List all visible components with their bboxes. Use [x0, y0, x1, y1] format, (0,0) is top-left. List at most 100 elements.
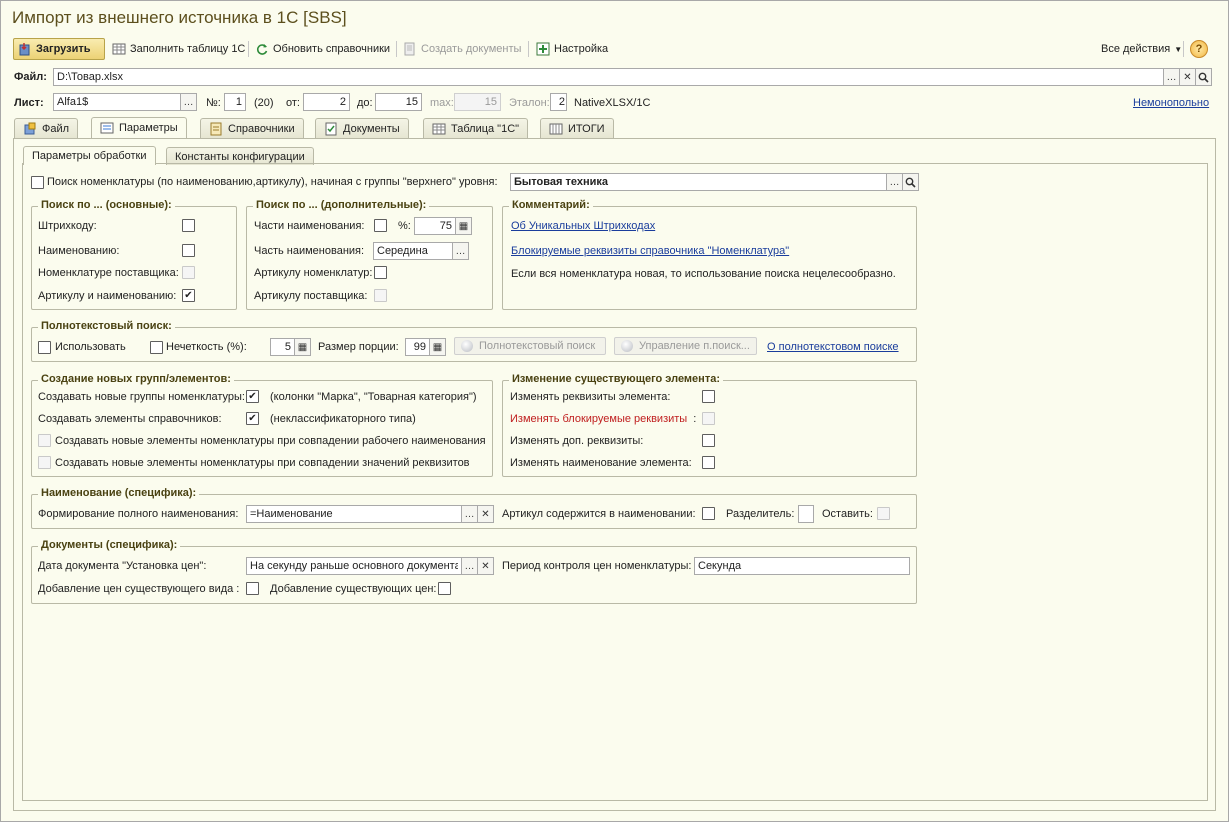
part-name-label: Части наименования: [254, 220, 365, 232]
tab-table-1c[interactable]: Таблица "1С" [423, 118, 529, 138]
change-name-checkbox[interactable] [702, 456, 715, 469]
comment-text: Если вся номенклатура новая, то использо… [511, 268, 896, 280]
search-extra-title: Поиск по ... (дополнительные): [253, 199, 430, 211]
change-props-checkbox[interactable] [702, 390, 715, 403]
fulltext-use-label: Использовать [55, 341, 126, 353]
top-group-input[interactable] [510, 173, 887, 191]
change-extra-checkbox[interactable] [702, 434, 715, 447]
non-exclusive-link[interactable]: Немонопольно [1133, 97, 1209, 109]
change-blocked-checkbox[interactable] [702, 412, 715, 425]
fulltext-title: Полнотекстовый поиск: [38, 320, 175, 332]
keep-label: Оставить: [822, 508, 873, 520]
create-by-props-checkbox[interactable] [38, 456, 51, 469]
full-name-browse-button[interactable]: … [462, 505, 478, 523]
tab-references[interactable]: Справочники [200, 118, 304, 138]
unique-barcodes-link[interactable]: Об Уникальных Штрихкодах [511, 220, 655, 232]
top-group-browse-button[interactable]: … [887, 173, 903, 191]
create-groups-checkbox[interactable] [246, 390, 259, 403]
part-of-name-input[interactable] [373, 242, 453, 260]
about-fulltext-link[interactable]: О полнотекстовом поиске [767, 341, 899, 353]
percent-label: %: [398, 220, 411, 232]
supplier-nom-checkbox[interactable] [182, 266, 195, 279]
fulltext-manage-button[interactable]: Управление п.поиск... [614, 337, 757, 355]
doc-date-input[interactable] [246, 557, 462, 575]
etalon-input[interactable] [550, 93, 567, 111]
part-of-name-browse-button[interactable]: … [453, 242, 469, 260]
subtab-config-constants-label: Константы конфигурации [175, 150, 305, 163]
article-in-name-checkbox[interactable] [702, 507, 715, 520]
toolbar-divider [1183, 41, 1184, 57]
help-button[interactable]: ? [1190, 40, 1208, 58]
portion-input[interactable] [405, 338, 430, 356]
doc-date-browse-button[interactable]: … [462, 557, 478, 575]
sheet-browse-button[interactable]: … [181, 93, 197, 111]
add-kind-prices-label: Добавление цен существующего вида : [38, 583, 240, 595]
settings-button[interactable]: Настройка [536, 39, 608, 59]
search-main-title: Поиск по ... (основные): [38, 199, 175, 211]
tab-documents[interactable]: Документы [315, 118, 409, 138]
create-by-name-checkbox[interactable] [38, 434, 51, 447]
barcode-checkbox[interactable] [182, 219, 195, 232]
percent-input[interactable] [414, 217, 456, 235]
to-input[interactable] [375, 93, 422, 111]
tab-totals[interactable]: ИТОГИ [540, 118, 614, 138]
tab-table-1c-label: Таблица "1С" [451, 122, 520, 135]
search-icon[interactable] [903, 173, 919, 191]
add-existing-prices-checkbox[interactable] [438, 582, 451, 595]
globe-icon [621, 340, 633, 352]
fill-table-button[interactable]: Заполнить таблицу 1С [112, 39, 245, 59]
documents-title: Документы (специфика): [38, 539, 181, 551]
max-input[interactable] [454, 93, 501, 111]
load-button[interactable]: Загрузить [13, 38, 105, 60]
change-blocked-row: Изменять блокируемые реквизиты : [510, 413, 696, 425]
fuzzy-input[interactable] [270, 338, 295, 356]
search-icon[interactable] [1196, 68, 1212, 86]
article-name-checkbox[interactable] [182, 289, 195, 302]
clear-icon[interactable]: ✕ [478, 557, 494, 575]
keep-checkbox[interactable] [877, 507, 890, 520]
calculator-icon[interactable]: ▦ [295, 338, 311, 356]
change-existing-title: Изменение существующего элемента: [509, 373, 723, 385]
clear-icon[interactable]: ✕ [1180, 68, 1196, 86]
subtab-processing-params[interactable]: Параметры обработки [23, 146, 156, 165]
add-existing-prices-label: Добавление существующих цен: [270, 583, 437, 595]
tab-parameters[interactable]: Параметры [91, 117, 187, 138]
separator-input[interactable] [798, 505, 814, 523]
tab-file[interactable]: Файл [14, 118, 79, 138]
name-checkbox[interactable] [182, 244, 195, 257]
file-path-input[interactable] [53, 68, 1164, 86]
settings-icon [536, 42, 550, 56]
part-name-checkbox[interactable] [374, 219, 387, 232]
naming-title: Наименование (специфика): [38, 487, 200, 499]
file-label: Файл: [14, 71, 47, 83]
create-new-title: Создание новых групп/элементов: [38, 373, 234, 385]
fulltext-search-button[interactable]: Полнотекстовый поиск [454, 337, 606, 355]
tab-parameters-label: Параметры [119, 122, 178, 134]
full-name-input[interactable] [246, 505, 462, 523]
sheet-input[interactable] [53, 93, 181, 111]
all-actions-menu[interactable]: Все действия ▼ [1101, 39, 1182, 59]
clear-icon[interactable]: ✕ [478, 505, 494, 523]
from-input[interactable] [303, 93, 350, 111]
article-sup-checkbox[interactable] [374, 289, 387, 302]
all-actions-label: Все действия [1101, 43, 1171, 55]
create-by-name-label: Создавать новые элементы номенклатуры пр… [55, 435, 486, 447]
article-nom-checkbox[interactable] [374, 266, 387, 279]
create-elements-checkbox[interactable] [246, 412, 259, 425]
fuzzy-checkbox[interactable] [150, 341, 163, 354]
calculator-icon[interactable]: ▦ [430, 338, 446, 356]
fulltext-use-checkbox[interactable] [38, 341, 51, 354]
file-browse-button[interactable]: … [1164, 68, 1180, 86]
add-kind-prices-checkbox[interactable] [246, 582, 259, 595]
separator-label: Разделитель: [726, 508, 795, 520]
update-refs-button[interactable]: Обновить справочники [255, 39, 390, 59]
blocked-props-link[interactable]: Блокируемые реквизиты справочника "Номен… [511, 245, 789, 257]
price-period-input[interactable] [694, 557, 910, 575]
calculator-icon[interactable]: ▦ [456, 217, 472, 235]
fill-table-label: Заполнить таблицу 1С [130, 43, 246, 55]
sheet-no-input[interactable] [224, 93, 246, 111]
search-top-group-checkbox[interactable] [31, 176, 44, 189]
sheet-count: (20) [254, 97, 274, 109]
load-icon [19, 43, 30, 56]
create-docs-button[interactable]: Создать документы [403, 39, 521, 59]
